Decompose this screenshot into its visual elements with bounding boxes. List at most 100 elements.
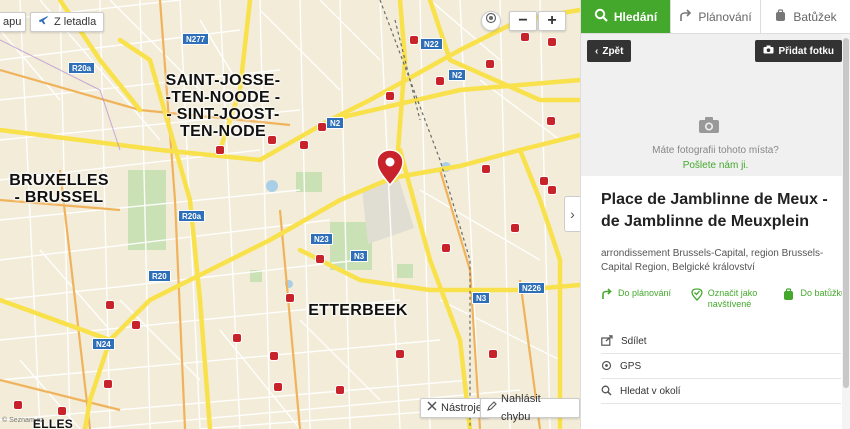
backpack-icon [774,8,787,25]
poi-icon[interactable] [410,36,418,44]
search-nearby-label: Hledat v okolí [620,386,681,397]
zoom-out-button[interactable]: − [509,11,537,31]
poi-icon[interactable] [318,123,326,131]
photo-question: Máte fotografii tohoto místa? [652,145,779,156]
photo-send-link[interactable]: Pošlete nám ji. [581,160,850,171]
poi-icon[interactable] [386,92,394,100]
search-icon [601,385,612,399]
panel-tabs: Hledání Plánování Batůžek [581,0,850,34]
share-label: Sdílet [621,336,647,347]
poi-icon[interactable] [216,146,224,154]
road-shield: R20a [68,62,96,74]
scrollbar-thumb[interactable] [843,38,849,388]
poi-icon[interactable] [106,301,114,309]
poi-icon[interactable] [511,224,519,232]
report-error-button[interactable]: Nahlásit chybu [480,393,580,423]
district-label-saint-josse: SAINT-JOSSE- -TEN-NOODE - - SINT-JOOST- … [165,72,281,140]
locate-me-button[interactable] [481,11,501,31]
poi-icon[interactable] [270,352,278,360]
chevron-right-icon: › [570,206,575,222]
map-copyright: © Seznam.cz [2,417,44,424]
road-shield: N277 [182,33,210,45]
poi-icon[interactable] [268,136,276,144]
tools-button[interactable]: Nástroje [420,398,489,418]
poi-icon[interactable] [548,38,556,46]
add-photo-button[interactable]: Přidat fotku [755,40,842,62]
tab-planning-label: Plánování [698,9,752,24]
map-view[interactable]: SAINT-JOSSE- -TEN-NOODE - - SINT-JOOST- … [0,0,580,429]
check-pin-icon [691,288,703,304]
back-label: Zpět [602,45,624,57]
poi-icon[interactable] [396,350,404,358]
airplane-icon [38,13,49,31]
poi-icon[interactable] [286,294,294,302]
target-icon [485,12,497,30]
report-error-label: Nahlásit chybu [501,393,541,423]
camera-icon [763,45,774,57]
place-title: Place de Jamblinne de Meux - de Jamblinn… [601,191,828,230]
tab-backpack[interactable]: Batůžek [761,0,850,33]
route-icon [601,288,613,303]
search-icon [594,8,608,25]
share-row[interactable]: Sdílet [601,330,841,354]
tab-search-label: Hledání [613,9,658,24]
panel-collapse-tab[interactable]: › [564,196,580,232]
road-shield: R20a [178,210,206,222]
poi-icon[interactable] [482,165,490,173]
mark-visited-button[interactable]: Označit jako navštívené [691,288,763,310]
tools-label: Nástroje [441,402,482,414]
road-shield: N23 [310,233,333,245]
map-mode-button[interactable]: apu [0,12,27,32]
poi-icon[interactable] [233,334,241,342]
poi-icon[interactable] [540,177,548,185]
search-nearby-row[interactable]: Hledat v okolí [601,380,841,404]
poi-icon[interactable] [436,77,444,85]
gps-label: GPS [620,361,642,372]
camera-placeholder-icon [698,116,720,137]
poi-icon[interactable] [274,383,282,391]
add-to-backpack-button[interactable]: Do batůžku [782,288,846,310]
poi-icon[interactable] [132,321,140,329]
poi-icon[interactable] [300,141,308,149]
poi-icon[interactable] [58,407,66,415]
tab-planning[interactable]: Plánování [671,0,761,33]
poi-icon[interactable] [14,401,22,409]
tab-search[interactable]: Hledání [581,0,671,33]
road-shield: N2 [448,69,467,81]
tab-backpack-label: Batůžek [793,9,837,24]
road-shield: N22 [420,38,443,50]
road-shield: R20 [148,270,171,282]
side-panel: Hledání Plánování Batůžek ‹ Zpět Přidat … [580,0,850,429]
poi-icon[interactable] [442,244,450,252]
gps-icon [601,360,612,374]
panel-scrollbar[interactable] [842,34,850,429]
zoom-in-button[interactable]: + [538,11,566,31]
road-shield: N3 [472,292,491,304]
poi-icon[interactable] [486,60,494,68]
gps-row[interactable]: GPS [601,355,841,379]
poi-icon[interactable] [548,186,556,194]
poi-icon[interactable] [547,117,555,125]
share-icon [601,334,613,349]
place-actions: Do plánování Označit jako navštívené Do … [601,288,846,310]
add-photo-label: Přidat fotku [778,45,834,57]
road-shield: N3 [350,250,369,262]
route-icon [679,8,692,25]
add-to-planning-label: Do plánování [618,288,672,298]
poi-icon[interactable] [316,255,324,263]
add-to-planning-button[interactable]: Do plánování [601,288,671,310]
back-button[interactable]: ‹ Zpět [587,40,632,62]
add-to-backpack-label: Do batůžku [800,288,846,298]
chevron-left-icon: ‹ [595,45,599,57]
airplane-view-label: Z letadla [54,16,97,28]
airplane-view-button[interactable]: Z letadla [30,12,105,32]
poi-icon[interactable] [489,350,497,358]
road-shield: N24 [92,338,115,350]
poi-icon[interactable] [104,380,112,388]
poi-icon[interactable] [336,386,344,394]
tools-icon [427,399,437,417]
road-shield: N2 [326,117,345,129]
app-window: SAINT-JOSSE- -TEN-NOODE - - SINT-JOOST- … [0,0,850,429]
backpack-icon [782,288,795,304]
poi-icon[interactable] [521,33,529,41]
